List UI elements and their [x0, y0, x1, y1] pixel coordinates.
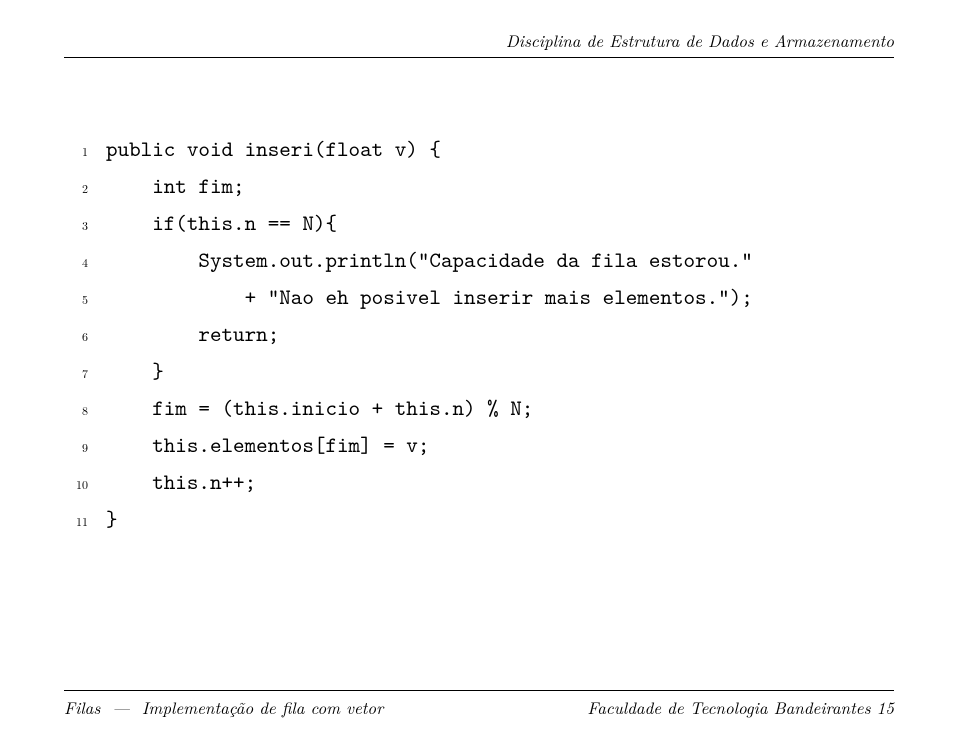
code-listing: 1 public void inseri(float v) { 2 int fi… [64, 130, 920, 537]
code-line: 11 } [64, 500, 920, 537]
code-line: 10 this.n++; [64, 463, 920, 500]
line-number: 2 [64, 170, 106, 207]
code-text: System.out.println("Capacidade da fila e… [106, 241, 753, 278]
code-text: } [106, 352, 164, 389]
code-text: this.n++; [106, 463, 256, 500]
line-number: 3 [64, 207, 106, 244]
footer-left-suffix: Implementação de fila com vetor [142, 695, 383, 719]
footer-right-text: Faculdade de Tecnologia Bandeirantes [587, 695, 870, 719]
code-line: 4 System.out.println("Capacidade da fila… [64, 241, 920, 278]
footer-right: Faculdade de Tecnologia Bandeirantes 15 [587, 695, 894, 719]
footer-separator: — [112, 695, 129, 719]
line-number: 11 [64, 503, 106, 540]
code-line: 9 this.elementos[fim] = v; [64, 426, 920, 463]
page-number: 15 [877, 695, 894, 719]
line-number: 6 [64, 318, 106, 355]
code-text: } [106, 500, 118, 537]
header-text: Disciplina de Estrutura de Dados e Armaz… [506, 28, 894, 52]
code-line: 7 } [64, 352, 920, 389]
header-rule [64, 57, 894, 58]
line-number: 5 [64, 281, 106, 318]
line-number: 10 [64, 466, 106, 503]
code-text: this.elementos[fim] = v; [106, 426, 429, 463]
footer-left: Filas — Implementação de fila com vetor [64, 695, 383, 719]
code-text: + "Nao eh posivel inserir mais elementos… [106, 278, 753, 315]
code-line: 3 if(this.n == N){ [64, 204, 920, 241]
line-number: 9 [64, 429, 106, 466]
code-text: if(this.n == N){ [106, 204, 337, 241]
code-line: 8 fim = (this.inicio + this.n) % N; [64, 389, 920, 426]
line-number: 4 [64, 244, 106, 281]
line-number: 8 [64, 392, 106, 429]
code-text: fim = (this.inicio + this.n) % N; [106, 389, 533, 426]
code-line: 5 + "Nao eh posivel inserir mais element… [64, 278, 920, 315]
code-line: 2 int fim; [64, 167, 920, 204]
code-text: int fim; [106, 167, 245, 204]
page-footer: Filas — Implementação de fila com vetor … [64, 695, 894, 719]
code-line: 1 public void inseri(float v) { [64, 130, 920, 167]
footer-left-prefix: Filas [64, 695, 100, 719]
code-line: 6 return; [64, 315, 920, 352]
line-number: 1 [64, 133, 106, 170]
code-text: public void inseri(float v) { [106, 130, 441, 167]
line-number: 7 [64, 355, 106, 392]
footer-rule [64, 690, 894, 691]
code-text: return; [106, 315, 279, 352]
page-header: Disciplina de Estrutura de Dados e Armaz… [506, 28, 894, 52]
